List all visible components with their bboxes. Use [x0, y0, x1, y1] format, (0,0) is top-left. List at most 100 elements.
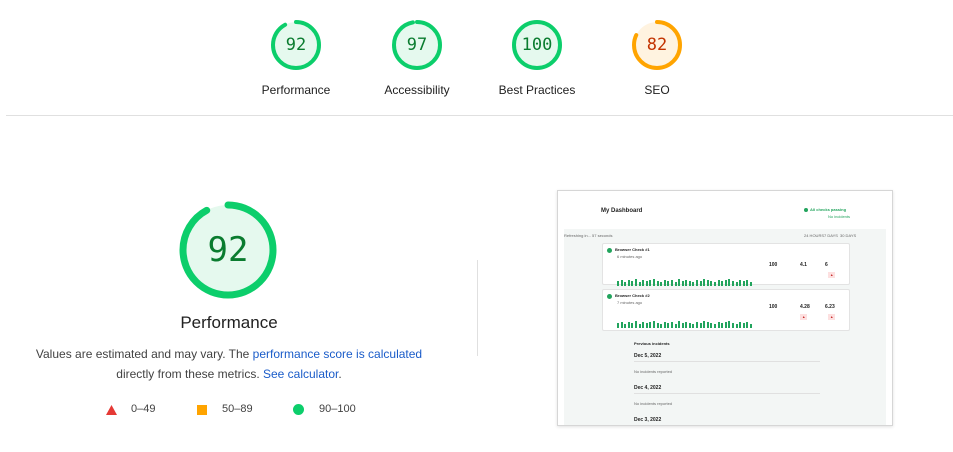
sparkline-bar [649, 280, 652, 286]
section-separator [477, 260, 478, 356]
sparkline-bar [706, 280, 709, 286]
performance-title: Performance [180, 313, 278, 332]
check-card: Browser Check #1 6 minutes ago 100 4.1 6… [602, 243, 850, 286]
sparkline-bar [724, 322, 727, 328]
sparkline-bar [645, 323, 648, 328]
see-calculator-link[interactable]: See calculator [263, 367, 338, 381]
sparkline-bar [685, 322, 688, 328]
check-pill: ▲ [800, 314, 808, 320]
legend-range: 50–89 [222, 403, 253, 415]
gauge-score: 82 [646, 35, 668, 55]
sparkline-bar [735, 324, 738, 328]
sparkline-bar [663, 322, 666, 328]
gauge-performance[interactable]: 92 Performance [236, 19, 356, 97]
gauge-accessibility[interactable]: 97 Accessibility [357, 19, 477, 97]
sparkline-bar [742, 323, 745, 328]
sparkline-bar [696, 322, 699, 328]
sparkline-bar [634, 321, 637, 328]
check-name: Browser Check #2 [615, 293, 650, 298]
sparkline-bar [688, 323, 691, 328]
sparkline-bar [642, 322, 645, 328]
gauge-label: Accessibility [384, 83, 450, 97]
sparkline-bar [728, 279, 731, 286]
incident-note: No incidents reported [634, 369, 673, 374]
desc-text: . [338, 367, 342, 381]
sparkline-bar [717, 322, 720, 328]
check-metric: 100 [769, 262, 778, 268]
status-dot-icon [804, 208, 808, 212]
check-pill: ▲ [828, 272, 836, 278]
sparkline-bar [670, 322, 673, 328]
gauge-label: Best Practices [498, 83, 576, 97]
sparkline-bar [667, 323, 670, 328]
gauge-best-practices[interactable]: 100 Best Practices [477, 19, 597, 97]
incident-note: No incidents reported [634, 401, 673, 406]
thumb-status: All checks passing [810, 207, 847, 212]
check-metric: 6.23 [825, 304, 835, 310]
sparkline-bar [692, 282, 695, 286]
sparkline-bar [746, 280, 749, 286]
square-icon [197, 405, 207, 415]
thumb-range: 30 DAYS [840, 233, 857, 238]
check-dot-icon [607, 294, 612, 299]
sparkline-bar [703, 321, 706, 328]
sparkline-bar [674, 324, 677, 328]
desc-text: directly from these metrics. [116, 367, 263, 381]
sparkline-bar [634, 279, 637, 286]
sparkline-bar [732, 323, 734, 328]
sparkline-bar [660, 282, 663, 286]
sparkline-bar [667, 281, 670, 286]
legend-range: 90–100 [319, 403, 356, 415]
incident-date: Dec 4, 2022 [634, 385, 662, 391]
sparkline-bar [649, 322, 652, 328]
sparkline-bar [746, 322, 749, 328]
sparkline-bar [749, 282, 752, 286]
sparkline-bar [631, 281, 634, 286]
gauge-label: Performance [261, 83, 331, 97]
sparkline-bar [721, 281, 724, 286]
sparkline-bar [696, 280, 699, 286]
sparkline-bar [685, 280, 688, 286]
sparkline-bar [678, 321, 681, 328]
sparkline-bar [670, 280, 673, 286]
thumb-refresh: Refreshing in... 57 seconds [564, 233, 613, 238]
sparkline-bar [728, 321, 731, 328]
check-dot-icon [607, 248, 612, 253]
sparkline-bar [692, 324, 695, 328]
sparkline-bar [742, 281, 745, 286]
gauge-score: 92 [285, 35, 307, 55]
sparkline-bar [681, 281, 684, 286]
desc-text: Values are estimated and may vary. The [35, 347, 253, 361]
gauge-label: SEO [644, 83, 670, 97]
performance-score: 92 [207, 230, 249, 270]
sparkline-bar [631, 323, 634, 328]
gauge-seo[interactable]: 82 SEO [597, 19, 717, 97]
check-metric: 100 [769, 304, 778, 310]
triangle-icon [106, 405, 117, 415]
thumb-range: 24 HOURS [804, 233, 825, 238]
circle-icon [293, 404, 304, 415]
incident-divider [634, 393, 820, 394]
sparkline-bar [678, 279, 681, 286]
category-gauges: 92 Performance 97 Accessibility 100 Best… [0, 0, 953, 116]
check-pill: ▲ [828, 314, 836, 320]
sparkline-bar [739, 322, 742, 328]
sparkline-bar [627, 280, 630, 286]
incidents-title: Previous incidents [634, 341, 670, 346]
sparkline-bar [652, 279, 655, 286]
thumb-status-sub: No incidents [828, 214, 851, 219]
sparkline-bar [735, 282, 738, 286]
sparkline-bar [620, 322, 623, 328]
sparkline-bar [721, 323, 724, 328]
sparkline-bar [638, 324, 641, 328]
sparkline-bar [617, 281, 619, 286]
legend-range: 0–49 [131, 403, 156, 415]
final-screenshot[interactable]: My Dashboard All checks passing No incid… [557, 190, 893, 426]
sparkline-bar [627, 322, 630, 328]
sparkline-bar [710, 281, 713, 286]
sparkline-bar [645, 281, 648, 286]
sparkline-bar [717, 280, 720, 286]
score-calculated-link[interactable]: performance score is calculated [253, 347, 422, 361]
thumb-range: 7 DAYS [824, 233, 838, 238]
sparkline-bar [656, 323, 659, 328]
